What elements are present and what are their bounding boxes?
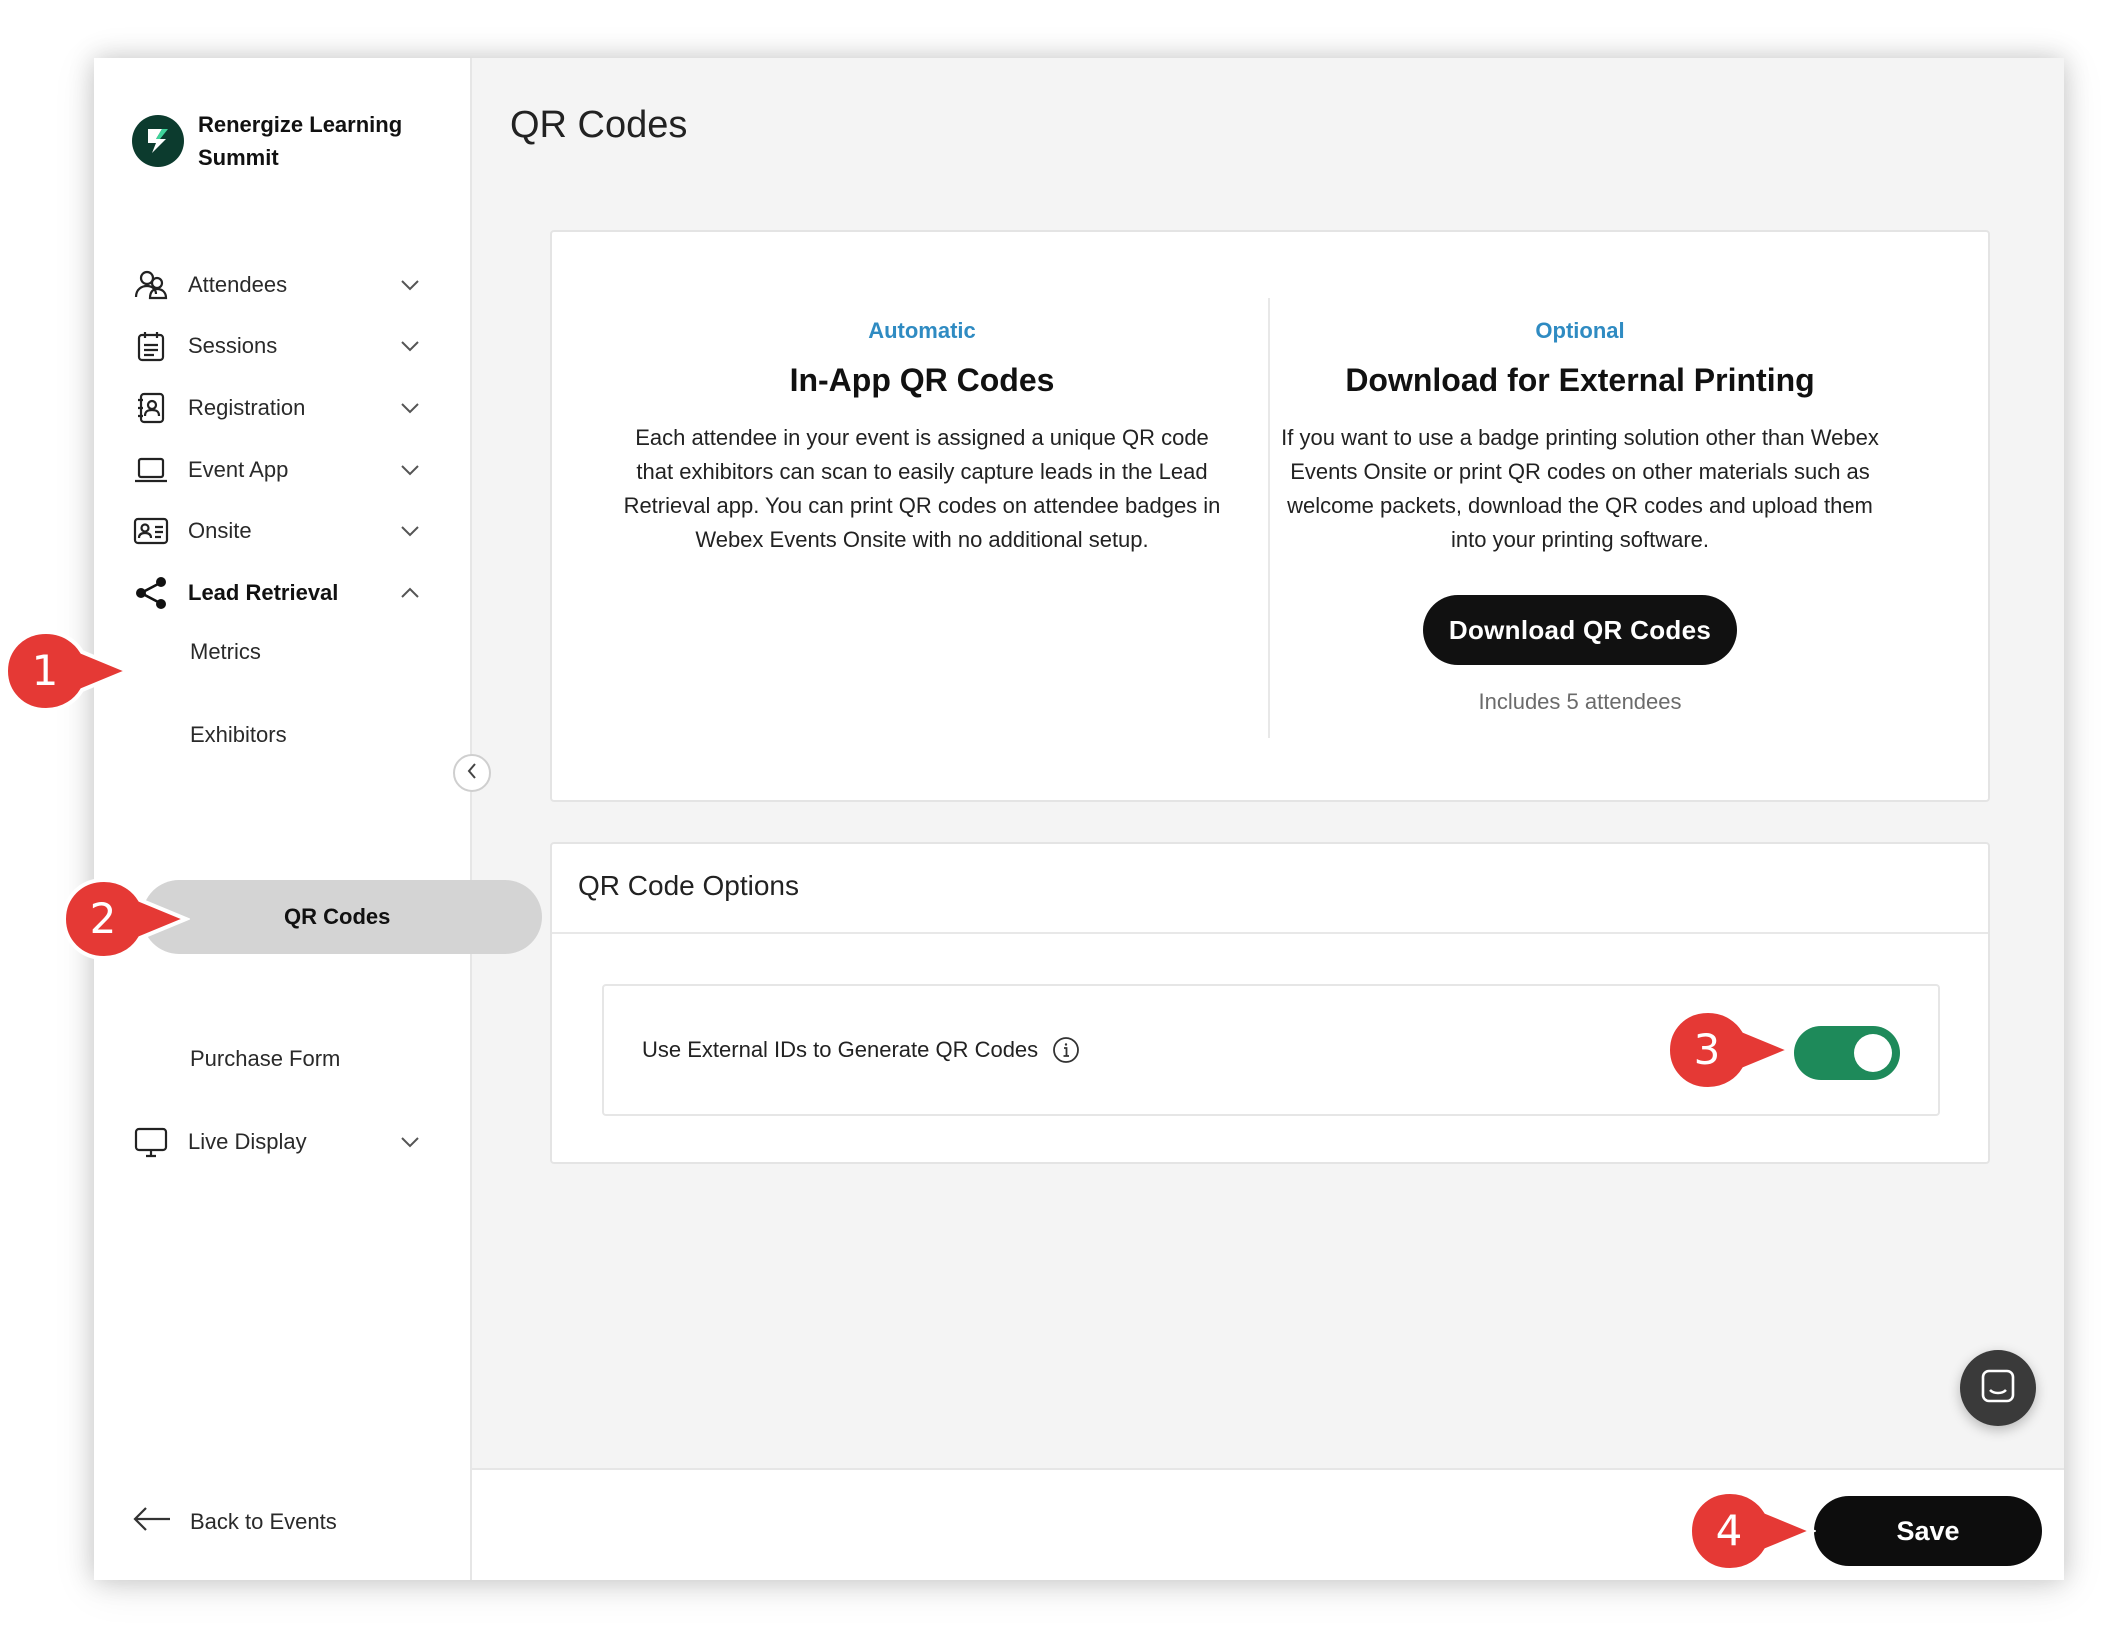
- brand: Renergize Learning Summit: [132, 108, 418, 174]
- sidebar-item-sessions[interactable]: Sessions: [132, 314, 432, 378]
- sidebar-item-label: Event App: [188, 457, 289, 482]
- footer-bar: Save: [472, 1468, 2064, 1580]
- chevron-down-icon: [398, 1130, 422, 1154]
- sidebar-item-attendees[interactable]: Attendees: [132, 253, 432, 317]
- sidebar-item-label: Registration: [188, 395, 306, 420]
- chevron-down-icon: [398, 273, 422, 297]
- chevron-left-icon: [466, 762, 478, 785]
- info-icon[interactable]: [1052, 1036, 1080, 1064]
- callout-4: 4: [1684, 1486, 1818, 1576]
- sidebar-item-label: Lead Retrieval: [188, 580, 339, 605]
- options-divider: [552, 932, 1988, 934]
- toggle-knob: [1854, 1034, 1892, 1072]
- page-title: QR Codes: [510, 104, 688, 146]
- users-icon: [132, 266, 170, 304]
- in-app-title: In-App QR Codes: [789, 362, 1055, 398]
- laptop-icon: [132, 451, 170, 489]
- event-name: Renergize Learning Summit: [198, 112, 403, 170]
- download-qr-codes-button[interactable]: Download QR Codes: [1422, 595, 1738, 665]
- external-title: Download for External Printing: [1345, 362, 1815, 398]
- chevron-down-icon: [398, 458, 422, 482]
- attendee-count-note: Includes 5 attendees: [1478, 689, 1682, 714]
- contact-book-icon: [132, 389, 170, 427]
- sidebar-item-label: Onsite: [188, 518, 252, 543]
- collapse-sidebar-button[interactable]: [453, 754, 491, 792]
- chevron-down-icon: [398, 334, 422, 358]
- sidebar-item-registration[interactable]: Registration: [132, 376, 432, 440]
- callout-3: 3: [1662, 1005, 1796, 1095]
- options-title: QR Code Options: [578, 870, 799, 901]
- external-ids-toggle[interactable]: [1794, 1026, 1900, 1080]
- brand-logo-icon: [132, 115, 184, 167]
- callout-number: 3: [1693, 1025, 1721, 1074]
- callout-2: 2: [58, 874, 192, 964]
- id-card-icon: [132, 512, 170, 550]
- sidebar-subitem-purchase-form[interactable]: Purchase Form: [190, 1034, 340, 1084]
- sidebar-item-live-display[interactable]: Live Display: [132, 1110, 432, 1174]
- callout-1: 1: [0, 626, 134, 716]
- qr-code-options-card: QR Code Options Use External IDs to Gene…: [550, 842, 1990, 1164]
- back-to-events-label: Back to Events: [190, 1508, 337, 1534]
- sidebar: Renergize Learning Summit Attendees Sess…: [94, 58, 542, 1580]
- back-to-events-link[interactable]: Back to Events: [132, 1506, 337, 1537]
- chevron-down-icon: [398, 519, 422, 543]
- chevron-up-icon: [398, 581, 422, 605]
- external-ids-label: Use External IDs to Generate QR Codes: [642, 1037, 1039, 1062]
- sidebar-item-lead-retrieval[interactable]: Lead Retrieval: [132, 561, 432, 625]
- save-button[interactable]: Save: [1814, 1496, 2042, 1566]
- sidebar-item-onsite[interactable]: Onsite: [132, 499, 432, 563]
- external-eyebrow: Optional: [1535, 318, 1625, 343]
- share-icon: [132, 574, 170, 612]
- calendar-list-icon: [132, 327, 170, 365]
- chat-icon: [1979, 1367, 2017, 1410]
- in-app-eyebrow: Automatic: [868, 318, 976, 343]
- chevron-down-icon: [398, 396, 422, 420]
- external-printing-section: Optional Download for External Printing …: [1250, 232, 1910, 715]
- in-app-description: Each attendee in your event is assigned …: [623, 425, 1221, 552]
- monitor-icon: [132, 1123, 170, 1161]
- sidebar-item-event-app[interactable]: Event App: [132, 438, 432, 502]
- in-app-qr-section: Automatic In-App QR Codes Each attendee …: [592, 232, 1252, 557]
- sidebar-item-label: Attendees: [188, 272, 288, 297]
- sidebar-item-label: Sessions: [188, 333, 278, 358]
- sidebar-subitem-metrics[interactable]: Metrics: [190, 627, 261, 677]
- chat-support-button[interactable]: [1960, 1350, 2036, 1426]
- external-ids-option: Use External IDs to Generate QR Codes: [642, 1036, 1080, 1064]
- external-description: If you want to use a badge printing solu…: [1281, 425, 1879, 552]
- sidebar-subitem-exhibitors[interactable]: Exhibitors: [190, 710, 287, 760]
- callout-number: 1: [31, 646, 59, 695]
- qr-info-card: Automatic In-App QR Codes Each attendee …: [550, 230, 1990, 802]
- arrow-left-icon: [132, 1506, 172, 1537]
- callout-number: 4: [1715, 1506, 1743, 1555]
- callout-number: 2: [89, 894, 117, 943]
- sidebar-item-label: Live Display: [188, 1129, 307, 1154]
- sidebar-subitem-qr-codes[interactable]: QR Codes: [142, 880, 542, 954]
- app-window: Renergize Learning Summit Attendees Sess…: [94, 58, 2064, 1580]
